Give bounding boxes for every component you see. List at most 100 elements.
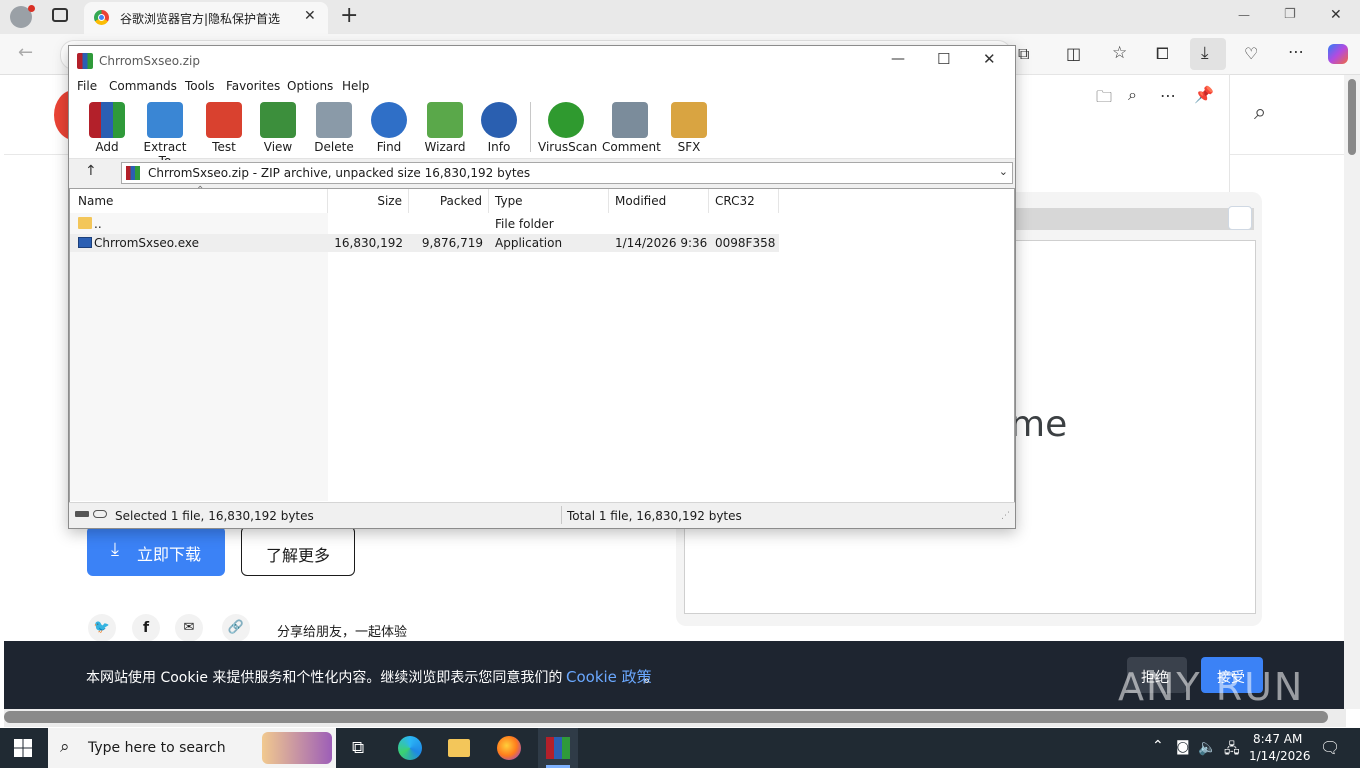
download-now-button[interactable]: ⤓ 立即下载 <box>87 526 225 576</box>
winrar-window: ChrromSxseo.zip — ☐ ✕ File Commands Tool… <box>68 45 1016 529</box>
extensions-icon[interactable]: ⧉ <box>1018 44 1029 64</box>
row-name: ChrromSxseo.exe <box>94 236 199 250</box>
tool-label: Add <box>95 140 119 154</box>
meet-now-icon[interactable]: ◙ <box>1176 739 1190 755</box>
winrar-taskbar-icon <box>546 737 570 759</box>
menu-commands[interactable]: Commands <box>109 79 177 93</box>
path-dropdown[interactable]: ChrromSxseo.zip - ZIP archive, unpacked … <box>121 162 1013 184</box>
learn-more-button[interactable]: 了解更多 <box>241 526 355 576</box>
tool-label: View <box>263 140 293 154</box>
menu-tools[interactable]: Tools <box>185 79 215 93</box>
menu-options[interactable]: Options <box>287 79 333 93</box>
firefox-taskbar-icon[interactable] <box>497 736 521 760</box>
pin-icon[interactable]: 📌 <box>1194 85 1214 104</box>
download-arrow-icon: ⤓ <box>111 539 119 560</box>
split-screen-icon[interactable]: ◫ <box>1066 44 1081 63</box>
winrar-minimize-icon[interactable]: — <box>891 51 905 67</box>
tool-info-button[interactable]: Info <box>471 98 527 156</box>
winrar-path-bar: ↑ ChrromSxseo.zip - ZIP archive, unpacke… <box>69 160 1015 186</box>
collections-icon[interactable]: ⧠ <box>1156 44 1169 64</box>
col-type[interactable]: Type <box>489 189 609 213</box>
table-row[interactable]: .. File folder <box>70 215 779 233</box>
tool-virusscan-button[interactable]: VirusScan <box>538 98 598 156</box>
copilot-icon[interactable] <box>1328 44 1348 64</box>
table-row[interactable]: ChrromSxseo.exe 16,830,192 9,876,719 App… <box>70 234 779 252</box>
winrar-maximize-icon[interactable]: ☐ <box>937 50 950 68</box>
back-icon[interactable]: ← <box>18 42 33 63</box>
browser-tab[interactable]: 谷歌浏览器官方|隐私保护首选 ✕ <box>84 2 328 34</box>
start-button[interactable] <box>14 739 32 757</box>
tool-test-button[interactable]: Test <box>196 98 252 156</box>
notification-icon[interactable]: 🗨 <box>1320 738 1340 757</box>
volume-icon[interactable]: 🔈 <box>1198 738 1217 756</box>
col-size[interactable]: Size <box>328 189 409 213</box>
twitter-share-icon[interactable]: 🐦 <box>88 614 116 642</box>
minimize-icon[interactable]: — <box>1238 8 1250 22</box>
show-hidden-icons[interactable]: ⌃ <box>1152 738 1164 754</box>
edge-taskbar-icon[interactable] <box>398 736 422 760</box>
more-icon[interactable]: ⋯ <box>1288 42 1304 61</box>
winrar-taskbar-button[interactable] <box>538 728 578 768</box>
clock-date[interactable]: 1/14/2026 <box>1249 749 1311 763</box>
downloads-button[interactable]: ⤓ <box>1190 38 1226 70</box>
winrar-title-bar[interactable]: ChrromSxseo.zip — ☐ ✕ <box>69 46 1015 76</box>
col-crc32[interactable]: CRC32 <box>709 189 779 213</box>
tool-add-button[interactable]: Add <box>79 98 135 156</box>
tool-sfx-button[interactable]: SFX <box>661 98 717 156</box>
tool-wizard-button[interactable]: Wizard <box>417 98 473 156</box>
tab-actions-icon[interactable] <box>52 8 68 22</box>
tool-find-button[interactable]: Find <box>361 98 417 156</box>
menu-help[interactable]: Help <box>342 79 369 93</box>
profile-notification-dot <box>28 5 35 12</box>
winrar-title: ChrromSxseo.zip <box>99 54 200 68</box>
add-icon <box>89 102 125 138</box>
horizontal-scroll-thumb[interactable] <box>4 711 1328 723</box>
menu-file[interactable]: File <box>77 79 97 93</box>
col-modified[interactable]: Modified <box>609 189 709 213</box>
network-icon[interactable]: 🖧 <box>1224 738 1240 762</box>
chrome-favicon-icon <box>94 10 109 25</box>
file-list: Name ⌃ Size Packed Type Modified CRC32 .… <box>69 185 1015 503</box>
view-icon <box>260 102 296 138</box>
up-folder-icon[interactable]: ↑ <box>85 163 97 179</box>
downloads-more-icon[interactable]: ⋯ <box>1160 86 1176 105</box>
open-folder-icon[interactable]: 🗀 <box>1096 86 1112 113</box>
tool-view-button[interactable]: View <box>250 98 306 156</box>
link-share-icon[interactable]: 🔗 <box>222 614 250 642</box>
tab-close-icon[interactable]: ✕ <box>304 8 316 24</box>
virusscan-icon <box>548 102 584 138</box>
file-explorer-taskbar-icon[interactable] <box>448 739 470 757</box>
menu-favorites[interactable]: Favorites <box>226 79 280 93</box>
cookie-policy-link[interactable]: Cookie 政策 <box>566 666 652 687</box>
mockup-scan-icon[interactable] <box>1228 206 1252 230</box>
email-share-icon[interactable]: ✉ <box>175 614 203 642</box>
winrar-close-icon[interactable]: ✕ <box>983 50 996 68</box>
horizontal-scrollbar[interactable] <box>4 709 1346 727</box>
facebook-share-icon[interactable]: f <box>132 614 160 642</box>
download-icon: ⤓ <box>1201 43 1209 63</box>
tool-comment-button[interactable]: Comment <box>602 98 661 156</box>
downloads-search-icon[interactable]: ⌕ <box>1128 85 1137 105</box>
task-view-icon[interactable]: ⧉ <box>352 738 364 758</box>
tool-extract-to-button[interactable]: Extract To <box>137 98 193 168</box>
site-search-icon[interactable]: ⌕ <box>1254 100 1266 125</box>
drive-icon <box>75 511 89 517</box>
tool-label: Find <box>376 140 402 154</box>
tool-delete-button[interactable]: Delete <box>306 98 362 156</box>
favorites-icon[interactable]: ☆ <box>1112 43 1127 63</box>
cookie-banner: 本网站使用 Cookie 来提供服务和个性化内容。继续浏览即表示您同意我们的 C… <box>4 641 1346 709</box>
vertical-scrollbar[interactable] <box>1344 75 1360 709</box>
taskbar-search-box[interactable]: ⌕ Type here to search <box>48 728 336 768</box>
close-icon[interactable]: ✕ <box>1330 7 1342 23</box>
file-list-header: Name ⌃ Size Packed Type Modified CRC32 <box>70 185 1014 213</box>
path-text: ChrromSxseo.zip - ZIP archive, unpacked … <box>148 166 531 180</box>
browser-essentials-icon[interactable]: ♡ <box>1244 44 1258 63</box>
restore-icon[interactable]: ❐ <box>1284 7 1296 22</box>
windows-logo-icon <box>14 739 32 757</box>
clock-time[interactable]: 8:47 AM <box>1253 732 1302 746</box>
tool-label: VirusScan <box>538 140 598 154</box>
vertical-scroll-thumb[interactable] <box>1348 79 1356 155</box>
new-tab-button[interactable]: + <box>340 3 358 28</box>
col-packed[interactable]: Packed <box>409 189 489 213</box>
resize-grip-icon[interactable]: ⋰ <box>1001 511 1010 521</box>
